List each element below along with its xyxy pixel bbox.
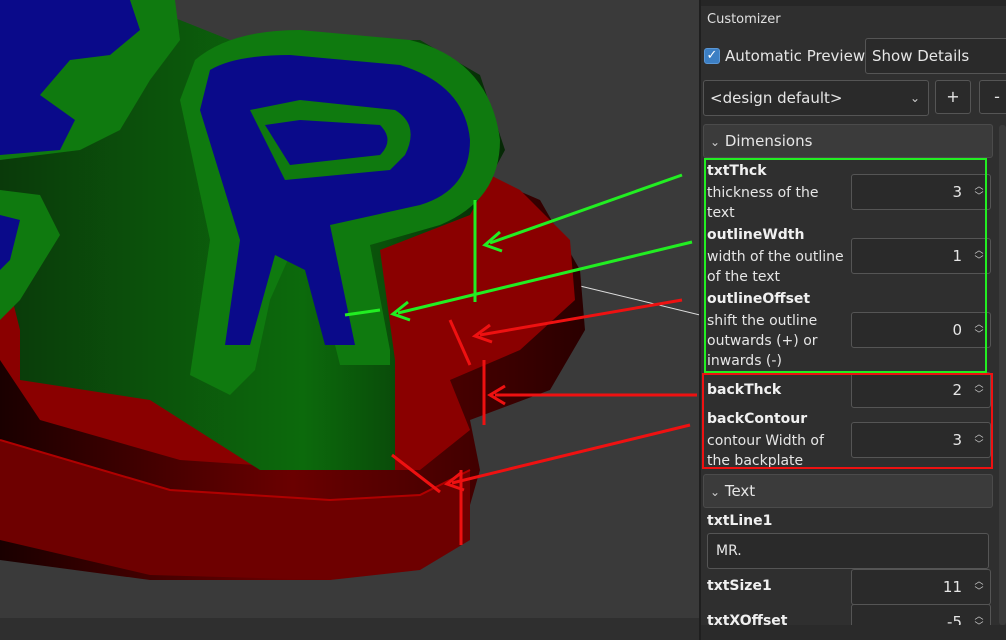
param-txtSize1-name: txtSize1 bbox=[707, 578, 772, 594]
param-txtThck-value: 3 bbox=[952, 183, 962, 201]
param-outlineWdth-name: outlineWdth bbox=[707, 227, 805, 243]
preset-select-value: <design default> bbox=[710, 89, 843, 107]
3d-viewport[interactable] bbox=[0, 0, 700, 640]
chevron-down-icon: ⌄ bbox=[710, 135, 721, 149]
remove-preset-button[interactable]: - bbox=[979, 80, 1006, 114]
param-backThck-name: backThck bbox=[707, 382, 782, 398]
param-backContour-desc: contour Width of the backplate bbox=[707, 433, 824, 467]
param-outlineWdth-spinbox[interactable]: 1 ︿ ﹀ bbox=[851, 238, 991, 274]
preset-select[interactable]: <design default> ⌄ bbox=[703, 80, 929, 116]
param-outlineWdth-desc: width of the outline of the text bbox=[707, 249, 844, 285]
3d-render bbox=[0, 0, 700, 640]
param-txtThck-desc: thickness of the text bbox=[707, 185, 819, 221]
param-outlineOffset-value: 0 bbox=[952, 321, 962, 339]
section-text[interactable]: ⌄ Text bbox=[703, 474, 993, 508]
section-dimensions-label: Dimensions bbox=[724, 132, 813, 150]
customizer-panel: Customizer ✓ Automatic Preview Show Deta… bbox=[701, 0, 1006, 640]
param-backThck-value: 2 bbox=[952, 381, 962, 399]
section-dimensions[interactable]: ⌄ Dimensions bbox=[703, 124, 993, 158]
spin-arrows-icon[interactable]: ︿﹀ bbox=[973, 320, 985, 340]
auto-preview-checkbox[interactable]: ✓ bbox=[704, 48, 720, 64]
param-txtThck-name: txtThck bbox=[707, 163, 767, 179]
spin-arrows-icon[interactable]: ︿﹀ bbox=[973, 430, 985, 450]
spin-arrows-icon[interactable]: ︿﹀ bbox=[973, 577, 985, 597]
details-select-value: Show Details bbox=[872, 47, 970, 65]
panel-scrollbar[interactable] bbox=[999, 125, 1006, 625]
param-outlineWdth-value: 1 bbox=[952, 247, 962, 265]
chevron-down-icon: ⌄ bbox=[909, 91, 920, 105]
param-backThck-spinbox[interactable]: 2 ︿ ﹀ bbox=[851, 372, 991, 408]
chevron-down-icon: ⌄ bbox=[710, 485, 721, 499]
param-backContour-name: backContour bbox=[707, 411, 808, 427]
param-outlineOffset-spinbox[interactable]: 0 ︿ ﹀ bbox=[851, 312, 991, 348]
panel-bottom-strip bbox=[701, 625, 1006, 640]
section-text-label: Text bbox=[724, 482, 756, 500]
param-txtLine1-name: txtLine1 bbox=[707, 513, 773, 529]
param-outlineOffset-name: outlineOffset bbox=[707, 291, 811, 307]
panel-top-strip bbox=[701, 0, 1006, 6]
panel-title: Customizer bbox=[707, 12, 781, 27]
param-txtSize1-spinbox[interactable]: 11 ︿ ﹀ bbox=[851, 569, 991, 605]
spin-arrows-icon[interactable]: ︿﹀ bbox=[973, 246, 985, 266]
details-select[interactable]: Show Details ⌄ bbox=[865, 38, 1006, 74]
param-txtLine1-input[interactable]: MR. bbox=[707, 533, 989, 569]
param-outlineOffset-desc: shift the outline outwards (+) or inward… bbox=[707, 313, 818, 369]
param-backContour-spinbox[interactable]: 3 ︿ ﹀ bbox=[851, 422, 991, 458]
param-txtThck-spinbox[interactable]: 3 ︿ ﹀ bbox=[851, 174, 991, 210]
spin-arrows-icon[interactable]: ︿﹀ bbox=[973, 380, 985, 400]
spin-arrows-icon[interactable]: ︿﹀ bbox=[973, 182, 985, 202]
param-txtLine1-value: MR. bbox=[716, 543, 742, 559]
add-preset-button[interactable]: + bbox=[935, 80, 971, 114]
param-txtSize1-value: 11 bbox=[942, 578, 962, 596]
param-backContour-value: 3 bbox=[952, 431, 962, 449]
auto-preview-label: Automatic Preview bbox=[725, 47, 866, 65]
